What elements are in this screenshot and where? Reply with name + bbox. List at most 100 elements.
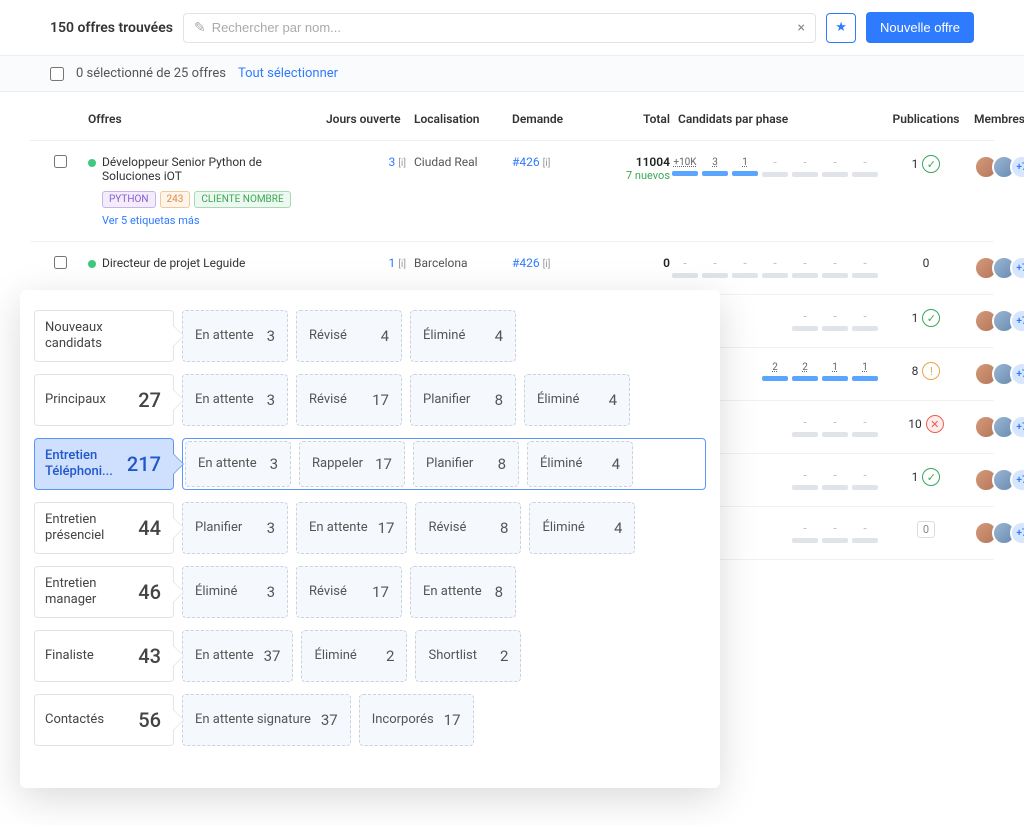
offer-title[interactable]: Directeur de projet Leguide xyxy=(102,256,318,270)
pipeline-substage[interactable]: En attente37 xyxy=(182,630,293,682)
phase-bar xyxy=(762,172,788,177)
more-tags-link[interactable]: Ver 5 etiquetas más xyxy=(102,214,318,227)
substage-count: 3 xyxy=(267,327,275,345)
members[interactable]: +7 xyxy=(974,362,1024,386)
phase-empty: - xyxy=(773,155,776,169)
phase-bar xyxy=(852,326,878,331)
pipeline-substage[interactable]: Révisé8 xyxy=(415,502,521,554)
pipeline-substage[interactable]: Éliminé3 xyxy=(182,566,288,618)
table-row: Développeur Senior Python de Soluciones … xyxy=(30,141,994,242)
pipeline-substage[interactable]: En attente3 xyxy=(185,441,291,487)
tag[interactable]: 243 xyxy=(160,191,191,208)
pipeline-substage[interactable]: Incorporés17 xyxy=(359,694,474,746)
select-all-checkbox[interactable] xyxy=(50,67,64,81)
phase-bar xyxy=(702,171,728,176)
members[interactable]: +7 xyxy=(974,521,1024,545)
pipeline-substage[interactable]: Éliminé4 xyxy=(527,441,633,487)
tag[interactable]: PYTHON xyxy=(102,191,156,208)
substage-count: 8 xyxy=(495,391,503,409)
members[interactable]: +7 xyxy=(974,256,1024,280)
new-offer-button[interactable]: Nouvelle offre xyxy=(866,12,974,43)
phase-value[interactable]: 1 xyxy=(742,157,748,168)
phase-value[interactable]: 2 xyxy=(772,362,778,373)
demand-link[interactable]: #426 [i] xyxy=(512,256,592,270)
pipeline-stage-head[interactable]: Entretien présenciel44 xyxy=(34,502,174,554)
phase-value[interactable]: 3 xyxy=(712,157,718,168)
pipeline-substage[interactable]: Éliminé4 xyxy=(410,310,516,362)
substage-count: 2 xyxy=(386,647,394,665)
clear-icon[interactable]: × xyxy=(798,20,805,36)
stage-count: 46 xyxy=(138,580,161,604)
pipeline-substage[interactable]: En attente signature37 xyxy=(182,694,351,746)
pipeline-substage[interactable]: Révisé17 xyxy=(296,374,402,426)
pipeline-card: Nouveaux candidatsEn attente3Révisé4Élim… xyxy=(20,290,720,788)
pipeline-stage-row: Contactés56En attente signature37Incorpo… xyxy=(34,694,706,746)
substage-name: En attente signature xyxy=(195,713,311,728)
substage-name: Éliminé xyxy=(542,521,584,536)
phase-value[interactable]: 1 xyxy=(832,362,838,373)
members[interactable]: +7 xyxy=(974,468,1024,492)
phase-value[interactable]: +10K xyxy=(673,157,696,168)
select-all-link[interactable]: Tout sélectionner xyxy=(238,66,338,81)
pipeline-substage[interactable]: Éliminé4 xyxy=(524,374,630,426)
phase-value[interactable]: 2 xyxy=(802,362,808,373)
pipeline-substage[interactable]: Rappeler17 xyxy=(299,441,405,487)
publications-count: 10 xyxy=(908,417,922,431)
substage-name: Éliminé xyxy=(423,329,465,344)
phase-bar xyxy=(792,273,818,278)
warning-icon: ! xyxy=(922,362,940,380)
stage-name: Finaliste xyxy=(45,648,94,664)
members[interactable]: +7 xyxy=(974,155,1024,179)
pipeline-substage[interactable]: Révisé17 xyxy=(296,566,402,618)
check-icon: ✓ xyxy=(922,155,940,173)
phase-value[interactable]: 1 xyxy=(862,362,868,373)
pipeline-substage[interactable]: Planifier8 xyxy=(410,374,516,426)
row-checkbox[interactable] xyxy=(54,256,67,269)
pipeline-substage[interactable]: En attente3 xyxy=(182,374,288,426)
pipeline-stage-head[interactable]: Nouveaux candidats xyxy=(34,310,174,362)
pipeline-stage-row: Finaliste43En attente37Éliminé2Shortlist… xyxy=(34,630,706,682)
results-count: 150 offres trouvées xyxy=(50,20,173,36)
pipeline-stage-head[interactable]: Entretien Téléphoni...217 xyxy=(34,438,174,490)
stage-name: Nouveaux candidats xyxy=(45,320,161,351)
pipeline-stage-row: Entretien Téléphoni...217En attente3Rapp… xyxy=(34,438,706,490)
star-button[interactable]: ★ xyxy=(826,13,856,43)
members[interactable]: +7 xyxy=(974,309,1024,333)
days-open[interactable]: 3 [i] xyxy=(326,155,406,169)
pipeline-substage[interactable]: Planifier8 xyxy=(413,441,519,487)
row-checkbox[interactable] xyxy=(54,155,67,168)
pipeline-stage-head[interactable]: Principaux27 xyxy=(34,374,174,426)
stage-count: 44 xyxy=(138,516,161,540)
days-open[interactable]: 1 [i] xyxy=(326,256,406,270)
members[interactable]: +7 xyxy=(974,415,1024,439)
pipeline-substage[interactable]: Planifier3 xyxy=(182,502,288,554)
pipeline-stage-head[interactable]: Contactés56 xyxy=(34,694,174,746)
phase-bar xyxy=(672,273,698,278)
phase-bar xyxy=(732,273,758,278)
col-demand: Demande xyxy=(512,112,592,126)
substage-count: 8 xyxy=(495,583,503,601)
demand-link[interactable]: #426 [i] xyxy=(512,155,592,169)
phase-bar xyxy=(792,326,818,331)
publications-count[interactable]: 0 xyxy=(917,521,935,538)
pipeline-substage[interactable]: Éliminé2 xyxy=(301,630,407,682)
pipeline-substage[interactable]: En attente8 xyxy=(410,566,516,618)
offer-title[interactable]: Développeur Senior Python de Soluciones … xyxy=(102,155,318,183)
pipeline-substage[interactable]: Shortlist2 xyxy=(415,630,521,682)
pipeline-stage-head[interactable]: Entretien manager46 xyxy=(34,566,174,618)
tag[interactable]: CLIENTE NOMBRE xyxy=(194,191,290,208)
substage-wrap: Éliminé3Révisé17En attente8 xyxy=(182,566,706,618)
publications-count: 1 xyxy=(912,470,919,484)
col-members: Membres xyxy=(974,112,1024,126)
pipeline-substage[interactable]: En attente17 xyxy=(296,502,407,554)
pipeline-substage[interactable]: Révisé4 xyxy=(296,310,402,362)
pipeline-stage-row: Principaux27En attente3Révisé17Planifier… xyxy=(34,374,706,426)
substage-name: Éliminé xyxy=(537,393,579,408)
substage-name: En attente xyxy=(195,329,254,344)
pipeline-substage[interactable]: En attente 3 xyxy=(182,310,288,362)
search-input[interactable] xyxy=(212,20,798,35)
substage-count: 8 xyxy=(498,455,506,473)
pipeline-substage[interactable]: Éliminé4 xyxy=(529,502,635,554)
pipeline-stage-head[interactable]: Finaliste43 xyxy=(34,630,174,682)
phase-empty: - xyxy=(803,415,806,429)
